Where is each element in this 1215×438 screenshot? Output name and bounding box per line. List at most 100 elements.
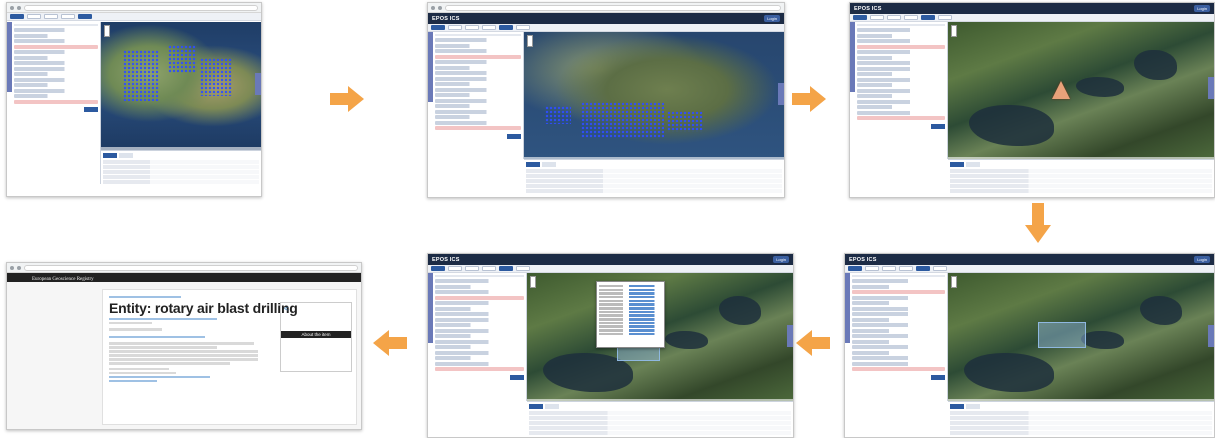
map-view[interactable] [948, 273, 1214, 402]
map-view[interactable] [527, 273, 793, 402]
feature-info-popup[interactable] [596, 280, 666, 348]
result-row-selected[interactable] [14, 44, 98, 49]
back-icon[interactable] [431, 5, 435, 10]
selected-feature-marker[interactable] [1051, 81, 1070, 100]
entity-uri-link[interactable] [109, 317, 218, 320]
toolbar-field[interactable] [44, 14, 58, 19]
result-row-selected[interactable] [852, 290, 945, 294]
address-bar[interactable] [24, 4, 258, 11]
toolbar-field[interactable] [904, 15, 918, 20]
result-row[interactable] [14, 28, 98, 32]
map-side-tab[interactable] [787, 324, 793, 347]
map-side-tab[interactable] [1208, 77, 1214, 100]
result-row[interactable] [14, 33, 98, 38]
details-tabs[interactable] [950, 404, 1212, 409]
toolbar-field[interactable] [887, 15, 901, 20]
map-view[interactable] [524, 32, 784, 160]
details-tabs[interactable] [103, 153, 259, 158]
selected-item-row[interactable] [435, 367, 524, 371]
login-button[interactable]: Login [1194, 256, 1210, 263]
entity-tabs[interactable] [109, 335, 206, 338]
login-button[interactable]: Login [773, 256, 789, 263]
toolbar-field[interactable] [516, 25, 530, 30]
result-markers[interactable] [123, 50, 159, 102]
zoom-control[interactable] [951, 276, 957, 288]
result-row[interactable] [14, 94, 98, 98]
address-bar[interactable] [445, 4, 781, 11]
result-row-selected[interactable] [857, 44, 945, 49]
apply-button[interactable] [931, 123, 945, 129]
result-markers[interactable] [544, 106, 571, 125]
toolbar-field[interactable] [899, 266, 913, 271]
apply-button[interactable] [510, 374, 524, 380]
map-side-tab[interactable] [778, 83, 784, 106]
login-button[interactable]: Login [1194, 5, 1210, 12]
selected-item-row[interactable] [852, 367, 945, 371]
toolbar-button[interactable] [499, 25, 513, 30]
map-side-tab[interactable] [255, 73, 261, 96]
map-view[interactable] [948, 22, 1214, 160]
apply-button[interactable] [931, 374, 945, 380]
toolbar-field[interactable] [482, 266, 496, 271]
toolbar-field[interactable] [865, 266, 879, 271]
toolbar-field[interactable] [448, 25, 462, 30]
toolbar-field[interactable] [482, 25, 496, 30]
toolbar-field[interactable] [938, 15, 952, 20]
result-markers[interactable] [200, 57, 233, 97]
zoom-control[interactable] [527, 35, 533, 47]
breadcrumb[interactable] [109, 295, 182, 298]
apply-button[interactable] [507, 133, 521, 139]
toolbar-button[interactable] [916, 266, 930, 271]
result-row[interactable] [14, 50, 98, 54]
result-row[interactable] [14, 61, 98, 65]
toolbar-button[interactable] [431, 25, 445, 30]
zoom-control[interactable] [104, 25, 110, 37]
selected-item-row[interactable] [14, 99, 98, 104]
address-bar[interactable] [24, 264, 358, 271]
map-side-tab[interactable] [1208, 324, 1214, 347]
details-tabs[interactable] [950, 162, 1212, 167]
login-button[interactable]: Login [764, 15, 780, 22]
result-markers[interactable] [581, 102, 665, 139]
toolbar-button[interactable] [78, 14, 92, 19]
toolbar-button[interactable] [499, 266, 513, 271]
toolbar-field[interactable] [882, 266, 896, 271]
toolbar-button[interactable] [10, 14, 24, 19]
result-row[interactable] [14, 83, 98, 87]
result-row[interactable] [14, 72, 98, 76]
zoom-control[interactable] [530, 276, 536, 288]
share-icon[interactable]: < [284, 306, 288, 313]
selection-rectangle[interactable] [1038, 322, 1087, 348]
result-markers[interactable] [168, 45, 197, 74]
toolbar-button[interactable] [431, 266, 445, 271]
result-row[interactable] [14, 88, 98, 93]
map-view[interactable] [101, 22, 261, 150]
toolbar-field[interactable] [448, 266, 462, 271]
toolbar-field[interactable] [933, 266, 947, 271]
details-tabs[interactable] [529, 404, 791, 409]
toolbar-button[interactable] [853, 15, 867, 20]
toolbar-field[interactable] [61, 14, 75, 19]
zoom-control[interactable] [951, 25, 957, 37]
toolbar-field[interactable] [465, 266, 479, 271]
result-row[interactable] [14, 55, 98, 60]
back-icon[interactable] [10, 5, 14, 10]
result-row-selected[interactable] [435, 54, 521, 59]
toolbar-field[interactable] [870, 15, 884, 20]
toolbar-field[interactable] [465, 25, 479, 30]
forward-icon[interactable] [438, 5, 442, 10]
back-icon[interactable] [10, 265, 14, 270]
result-markers[interactable] [667, 111, 704, 132]
selected-item-row[interactable] [857, 116, 945, 120]
selected-item-row[interactable] [435, 126, 521, 130]
forward-icon[interactable] [17, 265, 21, 270]
toolbar-button[interactable] [848, 266, 862, 271]
forward-icon[interactable] [17, 5, 21, 10]
result-row[interactable] [14, 39, 98, 43]
result-row[interactable] [14, 77, 98, 82]
result-row[interactable] [14, 66, 98, 71]
toolbar-field[interactable] [27, 14, 41, 19]
toolbar-button[interactable] [921, 15, 935, 20]
apply-button[interactable] [84, 107, 98, 112]
details-tabs[interactable] [526, 162, 782, 167]
